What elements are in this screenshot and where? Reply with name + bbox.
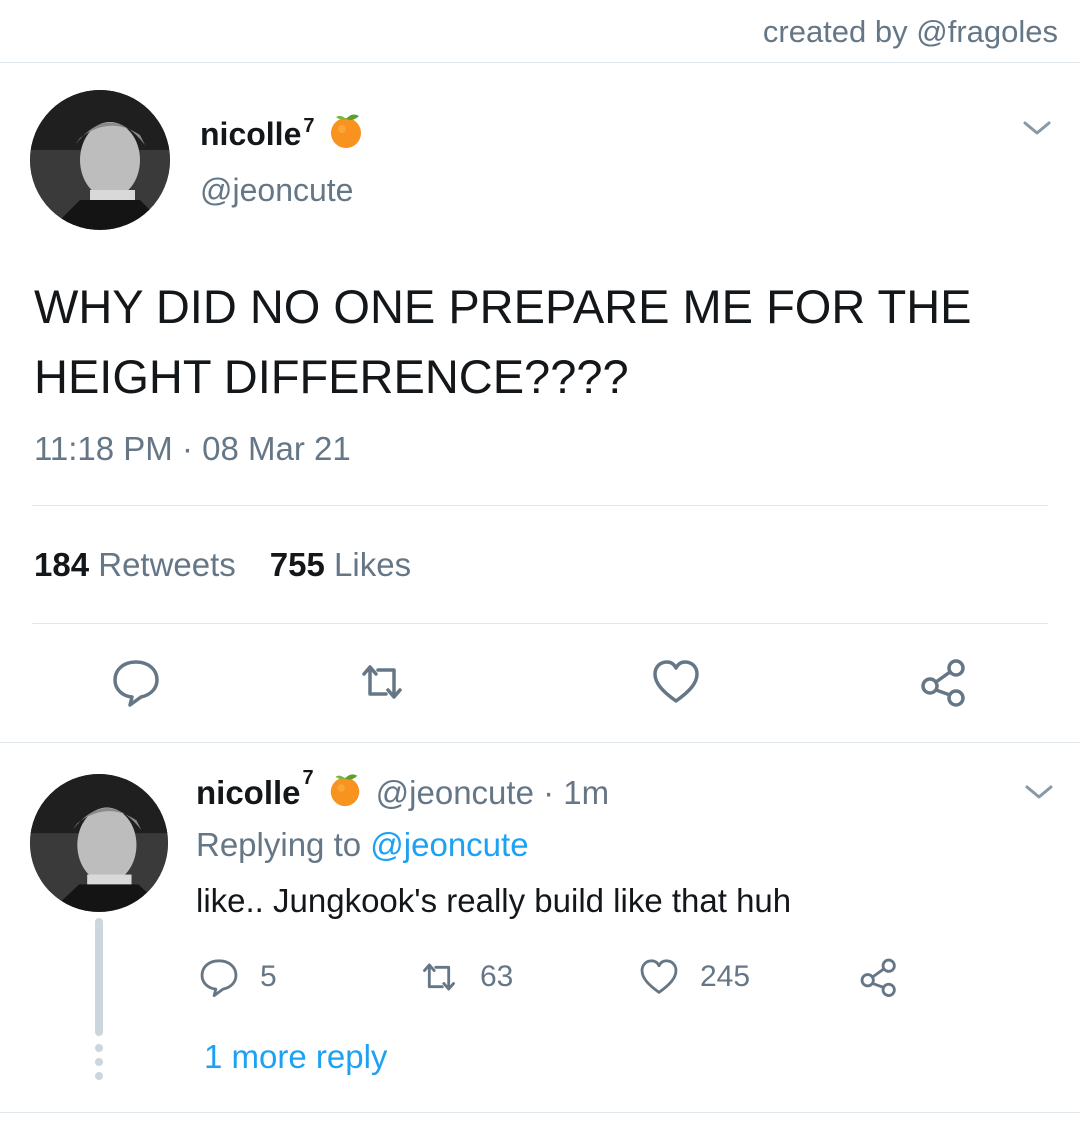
likes-label: Likes — [334, 546, 412, 583]
replying-prefix: Replying to — [196, 826, 362, 863]
reply-count: 5 — [260, 960, 277, 993]
retweets-stat[interactable]: 184 Retweets — [34, 546, 236, 584]
share-icon — [921, 659, 965, 707]
reply-retweet-button[interactable]: 63 — [418, 956, 513, 998]
share-button[interactable] — [918, 656, 970, 708]
tweet-stats: 184 Retweets 755 Likes — [34, 546, 411, 584]
retweets-count: 184 — [34, 546, 90, 583]
reply-display-name-text: nicolle — [196, 774, 301, 811]
retweet-icon — [362, 665, 402, 699]
tangerine-icon — [326, 110, 366, 158]
tweet-text: WHY DID NO ONE PREPARE ME FOR THE HEIGHT… — [34, 280, 972, 403]
retweets-label: Retweets — [98, 546, 236, 583]
more-replies-link[interactable]: 1 more reply — [204, 1038, 387, 1076]
retweet-icon — [423, 963, 455, 991]
reply-share-button[interactable] — [858, 956, 920, 998]
handle[interactable]: @jeoncute — [200, 172, 353, 209]
reply-icon — [113, 660, 159, 707]
name-superscript: 7 — [302, 767, 314, 789]
heart-icon — [640, 959, 678, 994]
retweet-count: 63 — [480, 960, 514, 993]
reply-reply-button[interactable]: 5 — [198, 956, 277, 998]
divider — [0, 742, 1080, 743]
name-superscript: 7 — [303, 114, 315, 137]
divider — [32, 623, 1048, 624]
divider — [0, 62, 1080, 63]
timestamp[interactable]: 11:18 PM · 08 Mar 21 — [34, 430, 351, 468]
credit-text: created by @fragoles — [762, 14, 1058, 49]
thread-dots — [95, 1044, 103, 1086]
likes-count: 755 — [269, 546, 325, 583]
heart-icon — [653, 660, 699, 703]
divider — [0, 1112, 1080, 1113]
reply-header: nicolle 7 @jeoncute · 1m — [196, 767, 609, 816]
avatar-image — [30, 90, 170, 230]
share-icon — [860, 958, 896, 997]
replying-to: Replying to @jeoncute — [196, 826, 529, 864]
reply-handle-time[interactable]: @jeoncute · 1m — [376, 774, 609, 812]
avatar-image — [30, 774, 168, 912]
avatar[interactable] — [30, 90, 170, 230]
divider — [32, 505, 1048, 506]
display-name[interactable]: nicolle 7 — [200, 110, 366, 158]
replying-to-link[interactable]: @jeoncute — [370, 826, 528, 863]
reply-icon — [200, 959, 238, 997]
reply-avatar[interactable] — [30, 774, 168, 912]
thread-line — [95, 918, 103, 1036]
reply-like-button[interactable]: 245 — [638, 956, 750, 998]
like-button[interactable] — [650, 656, 702, 708]
display-name-text: nicolle — [200, 115, 302, 152]
retweet-button[interactable] — [356, 656, 408, 708]
tangerine-icon — [326, 770, 364, 816]
chevron-down-icon[interactable] — [1022, 118, 1052, 138]
reply-button[interactable] — [110, 656, 162, 708]
reply-display-name[interactable]: nicolle 7 — [196, 767, 314, 812]
like-count: 245 — [700, 960, 751, 993]
chevron-down-icon[interactable] — [1024, 782, 1054, 802]
reply-text: like.. Jungkook's really build like that… — [196, 882, 792, 919]
likes-stat[interactable]: 755 Likes — [270, 546, 411, 584]
